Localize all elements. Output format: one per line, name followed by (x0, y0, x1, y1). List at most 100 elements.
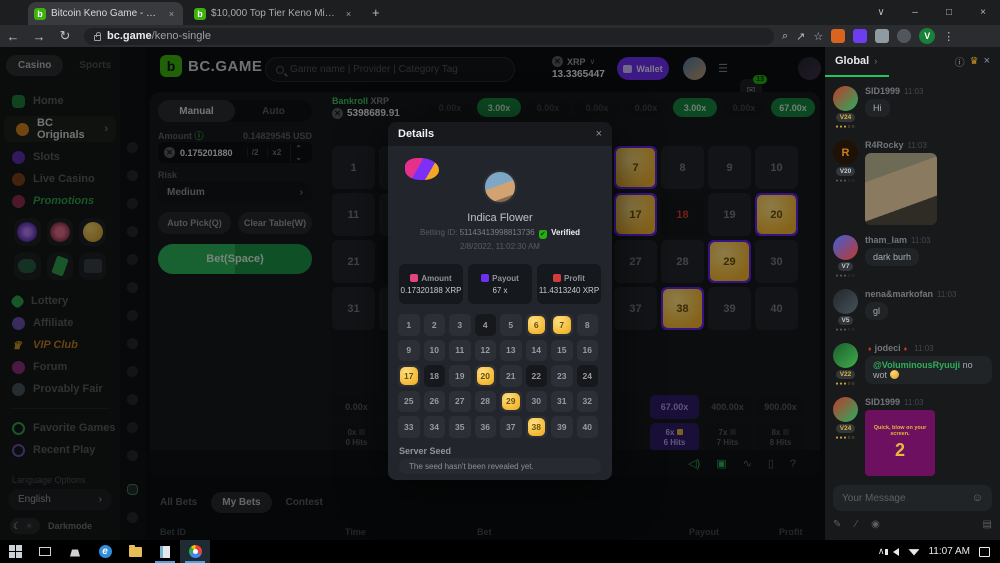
chat-avatar[interactable] (833, 397, 858, 422)
emoji-picker-icon[interactable]: ☺ (972, 492, 983, 504)
back-icon[interactable]: ← (0, 29, 26, 44)
chat-close-icon[interactable]: × (984, 55, 990, 67)
amount-stepper[interactable]: ⌃⌄ (290, 144, 306, 162)
trophy-icon[interactable]: ♛ (970, 56, 979, 67)
keno-cell-21[interactable]: 21 (332, 240, 375, 283)
chat-avatar[interactable] (833, 289, 858, 314)
auto-pick-button[interactable]: Auto Pick(Q) (158, 212, 231, 234)
keno-cell-27[interactable]: 27 (614, 240, 657, 283)
window-maximize-icon[interactable]: □ (932, 0, 966, 25)
tab-sports[interactable]: Sports (67, 55, 123, 76)
modal-close-icon[interactable]: × (596, 128, 602, 140)
window-minimize-icon[interactable]: – (898, 0, 932, 25)
keno-cell-9[interactable]: 9 (708, 146, 751, 189)
provider-icon[interactable] (127, 282, 138, 293)
chat-username[interactable]: R4Rocky (865, 140, 904, 150)
share-icon[interactable]: ↗ (796, 30, 805, 43)
sound-icon[interactable]: ◁) (688, 457, 700, 470)
tab-casino[interactable]: Casino (6, 55, 63, 76)
task-view-button[interactable] (30, 540, 60, 563)
player-avatar[interactable] (483, 170, 517, 204)
chat-avatar[interactable] (833, 86, 858, 111)
notes-app-icon[interactable] (150, 540, 180, 563)
user-avatar[interactable] (683, 57, 706, 80)
provider-icon[interactable] (127, 366, 138, 377)
new-tab-button[interactable]: + (372, 5, 380, 20)
chat-room-select[interactable]: Global (835, 55, 869, 67)
keno-cell-38[interactable]: 38 (661, 287, 704, 330)
keno-cell-31[interactable]: 31 (332, 287, 375, 330)
keno-cell-19[interactable]: 19 (708, 193, 751, 236)
extensions-puzzle-icon[interactable] (897, 29, 911, 43)
edge-icon[interactable]: e (90, 540, 120, 563)
chat-username[interactable]: tham_lam (865, 235, 907, 245)
chat-username[interactable]: jodeci (875, 343, 901, 353)
sidebar-item-forum[interactable]: Forum (0, 356, 120, 378)
clear-table-button[interactable]: Clear Table(W) (238, 212, 312, 234)
chat-input[interactable]: Your Message ☺ (833, 485, 992, 511)
keno-cell-20[interactable]: 20 (755, 193, 798, 236)
chat-style-icon[interactable]: ✎ (833, 519, 841, 530)
tab-all-bets[interactable]: All Bets (160, 497, 197, 508)
keno-cell-10[interactable]: 10 (755, 146, 798, 189)
stats-icon[interactable]: ∿ (743, 457, 752, 470)
provider-icon[interactable] (127, 170, 138, 181)
amount-input[interactable]: ✕ 0.175201880 /2 x2 ⌃⌄ (158, 142, 312, 163)
browser-profile-avatar[interactable]: V (919, 28, 935, 44)
zoom-page-icon[interactable]: ⌕ (782, 30, 788, 43)
provider-icon[interactable] (127, 226, 138, 237)
chat-username[interactable]: nena&markofan (865, 289, 933, 299)
menu-list-icon[interactable]: ☰ (712, 57, 734, 79)
start-button[interactable] (0, 540, 30, 563)
bookmark-star-icon[interactable]: ☆ (813, 30, 823, 43)
chat-gif-icon[interactable]: ◉ (871, 519, 880, 530)
store-icon[interactable] (60, 540, 90, 563)
darkmode-toggle[interactable]: ☾ ☀ (10, 518, 40, 534)
provider-icon[interactable] (127, 422, 138, 433)
sidebar-item-provably-fair[interactable]: Provably Fair (0, 378, 120, 400)
window-close-icon[interactable]: × (966, 0, 1000, 25)
action-center-icon[interactable] (979, 547, 990, 557)
chat-avatar[interactable]: R (833, 140, 858, 165)
keno-cell-1[interactable]: 1 (332, 146, 375, 189)
sidebar-item-favorite-games[interactable]: Favorite Games (0, 417, 120, 439)
bcgame-logo[interactable]: b BC.GAME (160, 55, 262, 77)
chat-gif-image[interactable] (865, 153, 937, 225)
tab-close-icon[interactable]: × (166, 8, 177, 19)
tab-close-icon[interactable]: × (343, 8, 354, 19)
sidebar-item-live-casino[interactable]: Live Casino (0, 168, 120, 190)
tab-my-bets[interactable]: My Bets (211, 492, 271, 513)
provider-icon[interactable] (127, 512, 138, 523)
keno-cell-17[interactable]: 17 (614, 193, 657, 236)
sidebar-item-home[interactable]: Home (0, 90, 120, 112)
taskbar-clock[interactable]: 11:07 AM (928, 546, 970, 557)
coin-icon[interactable] (79, 218, 106, 246)
chat-username[interactable]: SID1999 (865, 86, 900, 96)
provider-icon[interactable] (127, 394, 138, 405)
tray-chevron-icon[interactable]: ∧ (878, 546, 885, 557)
wifi-icon[interactable] (908, 548, 919, 556)
provider-icon-active[interactable] (127, 484, 138, 495)
forward-icon[interactable]: → (26, 29, 52, 44)
keno-cell-7[interactable]: 7 (614, 146, 657, 189)
keno-cell-40[interactable]: 40 (755, 287, 798, 330)
sidebar-item-recent-play[interactable]: Recent Play (0, 439, 120, 461)
hotkeys-icon[interactable]: ▣ (716, 457, 726, 470)
file-explorer-icon[interactable] (120, 540, 150, 563)
provider-icon[interactable] (127, 142, 138, 153)
extension-icon-purple[interactable] (853, 29, 867, 43)
ticket-icon[interactable] (47, 252, 74, 280)
chips-icon[interactable] (79, 252, 106, 280)
provider-icon[interactable] (127, 338, 138, 349)
chat-avatar[interactable] (833, 235, 858, 260)
browser-tab-1[interactable]: b Bitcoin Keno Game - Play Jacks o × (28, 2, 183, 25)
keno-cell-8[interactable]: 8 (661, 146, 704, 189)
provider-icon[interactable] (127, 254, 138, 265)
bet-button[interactable]: Bet(Space) (158, 244, 312, 274)
keno-cell-29[interactable]: 29 (708, 240, 751, 283)
keno-cell-18[interactable]: 18 (661, 193, 704, 236)
keno-cell-39[interactable]: 39 (708, 287, 751, 330)
chat-slash-icon[interactable]: ⁄ (855, 519, 857, 530)
reload-icon[interactable]: ↻ (52, 28, 78, 44)
browser-menu-icon[interactable]: ⋮ (943, 30, 954, 43)
